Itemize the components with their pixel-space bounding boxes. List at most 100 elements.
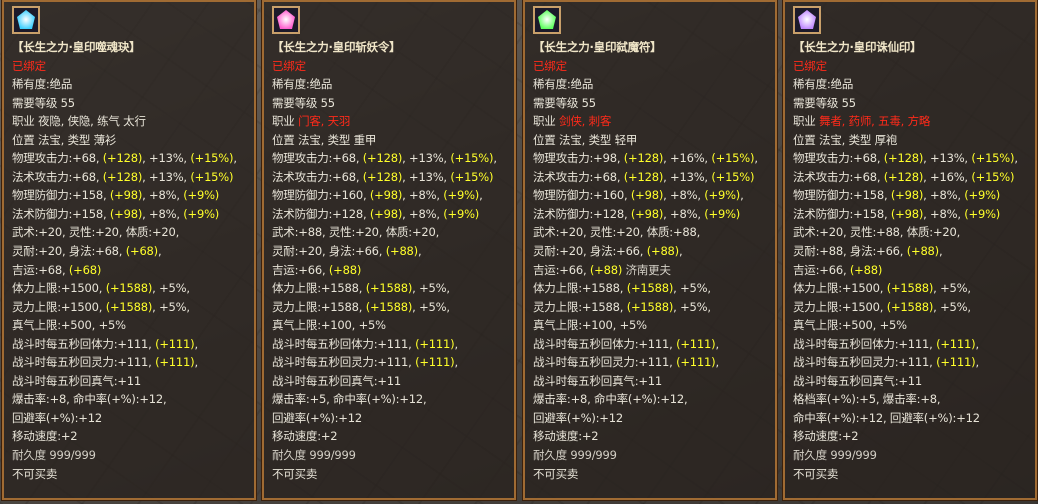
- durability: 耐久度 999/999: [533, 448, 617, 463]
- stat-line: 体力上限:+1500, (+1588), +5%,: [12, 279, 250, 298]
- stat-mid: , +8%,: [402, 188, 444, 203]
- stat-line: 法术防御力:+158, (+98), +8%, (+9%): [793, 205, 1031, 224]
- stat-bonus: (+128): [623, 169, 664, 184]
- slot-type: 位置 法宝, 类型 重甲: [272, 132, 377, 147]
- stat-tail: ,: [479, 188, 483, 203]
- rarity: 稀有度:绝品: [272, 77, 333, 92]
- stat-line: 战斗时每五秒回体力:+111, (+111),: [272, 335, 510, 354]
- item-name: 【长生之力·皇印诛仙印】: [793, 40, 922, 54]
- demon-token-icon: [277, 10, 295, 29]
- stat-base: 移动速度:+2: [533, 429, 599, 444]
- stat-base: 物理防御力:+158,: [12, 188, 110, 203]
- stat-bonus: (+98): [369, 206, 403, 221]
- stat-bonus-pct: (+15%): [971, 169, 1015, 184]
- required-level: 需要等级 55: [793, 95, 856, 110]
- stat-bonus: (+111): [936, 355, 976, 370]
- stat-bonus: (+128): [623, 151, 664, 166]
- stat-line: 法术防御力:+128, (+98), +8%, (+9%): [272, 205, 510, 224]
- stat-line: 吉运:+66, (+88): [793, 261, 1031, 280]
- stat-line: 真气上限:+100, +5%: [533, 316, 771, 335]
- stat-base: 战斗时每五秒回真气:+11: [533, 373, 663, 388]
- stat-mid: ,: [157, 244, 162, 259]
- job-requirement: 职业 门客, 天羽: [272, 112, 510, 131]
- stat-line: 灵耐:+88, 身法:+66, (+88),: [793, 242, 1031, 261]
- stat-bonus: (+88): [589, 262, 623, 277]
- item-icon-frame: [533, 6, 561, 34]
- item-name: 【长生之力·皇印斩妖令】: [272, 40, 401, 54]
- stat-base: 法术攻击力:+68,: [12, 169, 103, 184]
- stat-base: 战斗时每五秒回灵力:+111,: [793, 355, 937, 370]
- stat-base: 武术:+20, 灵性:+20, 体质:+88,: [533, 225, 701, 240]
- stat-bonus-pct: (+15%): [711, 151, 755, 166]
- stat-base: 真气上限:+500, +5%: [793, 318, 907, 333]
- stat-bonus-pct: (+9%): [183, 206, 220, 221]
- stat-base: 物理防御力:+160,: [533, 188, 631, 203]
- stat-line: 移动速度:+2: [793, 427, 1031, 446]
- stat-base: 回避率(+%):+12: [272, 410, 362, 425]
- stat-line: 物理攻击力:+98, (+128), +16%, (+15%),: [533, 149, 771, 168]
- stat-base: 武术:+20, 灵性:+88, 体质:+20,: [793, 225, 961, 240]
- stat-bonus: (+1588): [105, 299, 153, 314]
- item-name: 【长生之力·皇印弑魔符】: [533, 40, 662, 54]
- stat-base: 移动速度:+2: [793, 429, 859, 444]
- stat-line: 物理攻击力:+68, (+128), +13%, (+15%),: [793, 149, 1031, 168]
- stat-line: 爆击率:+8, 命中率(+%):+12,: [12, 390, 250, 409]
- stat-mid: ,: [938, 244, 943, 259]
- stat-bonus: (+98): [630, 206, 664, 221]
- stat-base: 战斗时每五秒回灵力:+111,: [12, 355, 156, 370]
- stat-base: 物理防御力:+160,: [272, 188, 370, 203]
- stat-mid: , +13%,: [142, 169, 191, 184]
- jade-amulet-icon: [17, 10, 35, 29]
- stat-base: 物理攻击力:+68,: [272, 151, 363, 166]
- stat-base: 物理攻击力:+68,: [12, 151, 103, 166]
- stat-line: 格档率(+%):+5, 爆击率:+8,: [793, 390, 1031, 409]
- stat-bonus-pct: (+15%): [450, 169, 494, 184]
- stat-base: 武术:+20, 灵性:+20, 体质:+20,: [12, 225, 180, 240]
- stat-bonus: (+98): [890, 206, 924, 221]
- stat-bonus-pct: (+9%): [704, 188, 741, 203]
- stat-mid: , +8%,: [142, 188, 184, 203]
- slot-type: 位置 法宝, 类型 厚袍: [793, 132, 898, 147]
- stat-bonus: (+111): [415, 355, 455, 370]
- stat-base: 体力上限:+1500,: [793, 281, 887, 296]
- stat-bonus-pct: (+15%): [450, 151, 494, 166]
- stat-line: 战斗时每五秒回真气:+11: [272, 372, 510, 391]
- stat-base: 法术防御力:+158,: [12, 206, 110, 221]
- stat-tail: ,: [740, 188, 744, 203]
- stat-bonus: (+88): [646, 244, 679, 259]
- stat-line: 真气上限:+500, +5%: [12, 316, 250, 335]
- stat-base: 战斗时每五秒回灵力:+111,: [533, 355, 677, 370]
- stat-line: 战斗时每五秒回体力:+111, (+111),: [533, 335, 771, 354]
- job-label: 职业: [793, 114, 820, 129]
- stat-line: 法术攻击力:+68, (+128), +13%, (+15%): [272, 168, 510, 187]
- stat-line: 战斗时每五秒回真气:+11: [793, 372, 1031, 391]
- stat-line: 真气上限:+100, +5%: [272, 316, 510, 335]
- stat-line: 灵力上限:+1588, (+1588), +5%,: [272, 298, 510, 317]
- stat-line: 战斗时每五秒回体力:+111, (+111),: [12, 335, 250, 354]
- stat-line: 灵耐:+20, 身法:+66, (+88),: [272, 242, 510, 261]
- stat-mid: , +8%,: [663, 188, 705, 203]
- stat-line: 吉运:+66, (+88) 济南更夫: [533, 261, 771, 280]
- required-level: 需要等级 55: [272, 95, 335, 110]
- stat-base: 爆击率:+5, 命中率(+%):+12,: [272, 392, 427, 407]
- stat-line: 移动速度:+2: [533, 427, 771, 446]
- stat-bonus-pct: (+9%): [183, 188, 220, 203]
- item-icon-frame: [272, 6, 300, 34]
- stat-mid: , +13%,: [923, 151, 972, 166]
- stat-base: 灵耐:+20, 身法:+66,: [272, 244, 386, 259]
- stat-mid: ,: [678, 244, 683, 259]
- stat-bonus: (+68): [68, 262, 102, 277]
- stat-mid: , +5%,: [933, 299, 971, 314]
- stat-bonus-pct: (+9%): [964, 188, 1001, 203]
- stat-line: 灵力上限:+1500, (+1588), +5%,: [12, 298, 250, 317]
- stat-line: 爆击率:+8, 命中率(+%):+12,: [533, 390, 771, 409]
- durability: 耐久度 999/999: [12, 448, 96, 463]
- stat-bonus: (+128): [883, 169, 924, 184]
- stat-bonus: (+128): [102, 151, 143, 166]
- stat-mid: , +8%,: [142, 206, 184, 221]
- stat-line: 武术:+20, 灵性:+88, 体质:+20,: [793, 223, 1031, 242]
- stat-mid: , +16%,: [923, 169, 972, 184]
- stat-base: 灵耐:+88, 身法:+66,: [793, 244, 907, 259]
- job-list: 舞者, 药师, 五毒, 方略: [819, 114, 931, 129]
- job-label: 职业: [272, 114, 299, 129]
